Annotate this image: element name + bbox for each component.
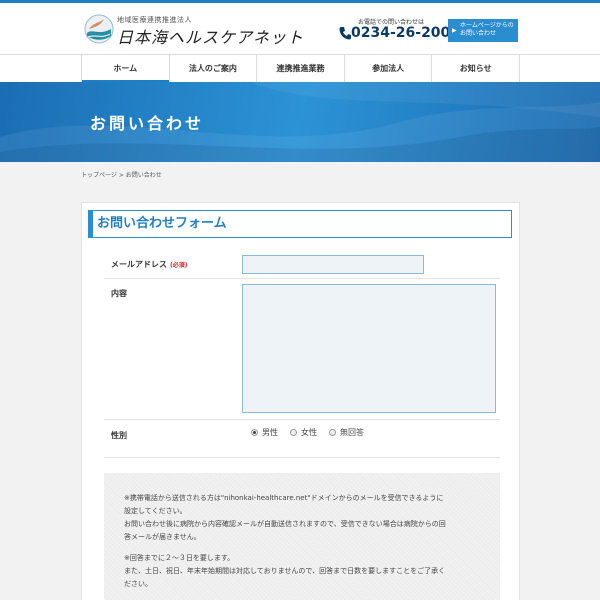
- contact-form-panel: お問い合わせフォーム メールアドレス(必須) 内容 性別 男性 女性 無回答: [81, 202, 520, 600]
- message-textarea[interactable]: [242, 284, 496, 413]
- gender-option-label: 女性: [301, 428, 317, 437]
- homepage-inquiry-button[interactable]: ▶ ホームページからの お問い合わせ: [448, 19, 518, 42]
- note-line: ※携帯電話から送信される方は"nihonkai-healthcare.net"ド…: [124, 494, 444, 502]
- page-title: お問い合わせ: [90, 114, 205, 133]
- gender-row: 性別 男性 女性 無回答: [104, 420, 500, 458]
- form-heading: お問い合わせフォーム: [88, 210, 512, 238]
- nav-item-members[interactable]: 参加法人: [345, 55, 433, 82]
- note-response-time: ※回答までに２～３日を要します。 また、土日、祝日、年末年始期間は対応しておりま…: [124, 552, 486, 591]
- email-field[interactable]: [242, 255, 424, 274]
- nav-item-services[interactable]: 連携推進業務: [257, 55, 345, 82]
- note-line: ださい。: [124, 580, 152, 588]
- breadcrumb: トップページ > お問い合わせ: [81, 170, 162, 179]
- homepage-button-line2: お問い合わせ: [460, 30, 497, 37]
- homepage-button-line1: ホームページからの: [460, 22, 514, 29]
- email-row: メールアドレス (必須): [104, 248, 500, 279]
- required-badge: (必須): [170, 262, 188, 269]
- radio-unchecked-icon: [290, 429, 297, 436]
- main-nav: ホーム 法人のご案内 連携推進業務 参加法人 お知らせ: [0, 54, 600, 83]
- gender-radio-group: 男性 女性 無回答: [251, 427, 376, 438]
- phone-number[interactable]: 0234-26-2001: [351, 25, 460, 41]
- nav-item-home[interactable]: ホーム: [82, 55, 170, 83]
- radio-checked-icon: [251, 429, 258, 436]
- gender-radio-no-answer[interactable]: 無回答: [329, 427, 364, 438]
- site-logo[interactable]: 地域医療連携推進法人 日本海ヘルスケアネット: [84, 14, 304, 48]
- radio-unchecked-icon: [329, 429, 336, 436]
- phone-icon: [339, 27, 351, 40]
- gender-radio-female[interactable]: 女性: [290, 427, 317, 438]
- form-notes: ※携帯電話から送信される方は"nihonkai-healthcare.net"ド…: [104, 473, 500, 600]
- note-line: 答メールが届きません。: [124, 533, 201, 541]
- logo-title: 日本海ヘルスケアネット: [117, 28, 305, 47]
- breadcrumb-separator: >: [118, 172, 124, 179]
- gender-radio-male[interactable]: 男性: [251, 427, 278, 438]
- gender-label: 性別: [111, 431, 127, 440]
- site-header: 地域医療連携推進法人 日本海ヘルスケアネット お電話での問い合わせは 0234-…: [0, 3, 600, 54]
- note-line: お問い合わせ後に病院から内容確認メールが自動送信されますので、受信できない場合は…: [124, 520, 446, 528]
- note-line: 設定してください。: [124, 507, 187, 515]
- logo-mark-icon: [84, 14, 114, 44]
- gender-option-label: 男性: [262, 428, 278, 437]
- note-line: また、土日、祝日、年末年始期間は対応しておりませんので、回答まで日数を要しますこ…: [124, 567, 446, 575]
- phone-contact: お電話での問い合わせは 0234-26-2001: [338, 17, 460, 45]
- nav-item-about[interactable]: 法人のご案内: [170, 55, 258, 82]
- gender-option-label: 無回答: [340, 428, 364, 437]
- play-arrow-icon: ▶: [452, 27, 457, 34]
- message-row: 内容: [104, 279, 500, 420]
- note-mobile: ※携帯電話から送信される方は"nihonkai-healthcare.net"ド…: [124, 492, 486, 544]
- note-line: ※回答までに２～３日を要します。: [124, 554, 235, 562]
- email-label: メールアドレス (必須): [111, 259, 188, 270]
- breadcrumb-current: お問い合わせ: [125, 172, 162, 179]
- nav-item-news[interactable]: お知らせ: [432, 55, 520, 82]
- page-hero-banner: お問い合わせ: [0, 82, 600, 162]
- message-label: 内容: [111, 289, 127, 298]
- breadcrumb-home-link[interactable]: トップページ: [81, 172, 117, 179]
- email-label-text: メールアドレス: [111, 260, 167, 269]
